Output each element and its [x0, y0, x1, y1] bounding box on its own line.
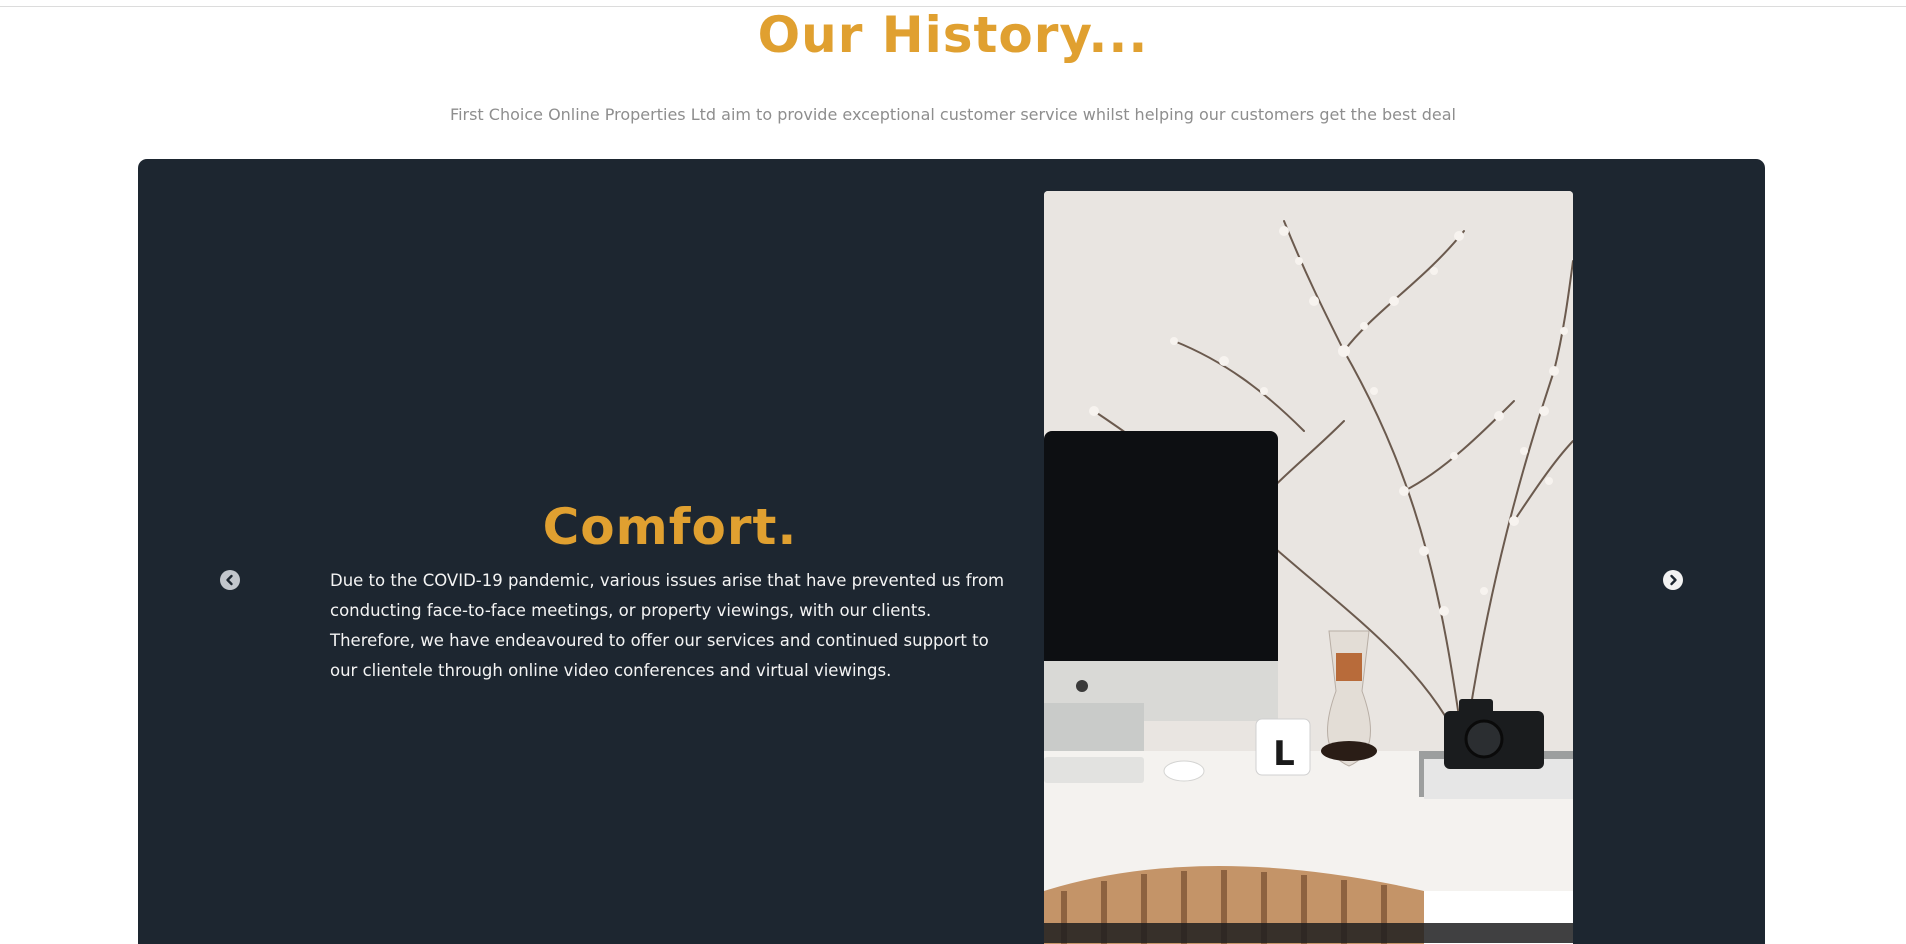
- slide-photo: L: [1044, 191, 1573, 944]
- page-title: Our History...: [757, 6, 1149, 64]
- page-subtitle: First Choice Online Properties Ltd aim t…: [450, 105, 1456, 124]
- chevron-left-icon: [226, 574, 233, 586]
- slider-next-button[interactable]: [1663, 570, 1683, 590]
- slider-prev-button[interactable]: [220, 570, 240, 590]
- chevron-right-icon: [1670, 574, 1677, 586]
- slide-heading: Comfort.: [542, 498, 798, 556]
- mug-letter: L: [1273, 734, 1295, 774]
- history-slider: Comfort. Due to the COVID-19 pandemic, v…: [138, 159, 1765, 944]
- slide-body-text: Due to the COVID-19 pandemic, various is…: [330, 571, 1005, 680]
- slide-content: Comfort. Due to the COVID-19 pandemic, v…: [330, 494, 1010, 686]
